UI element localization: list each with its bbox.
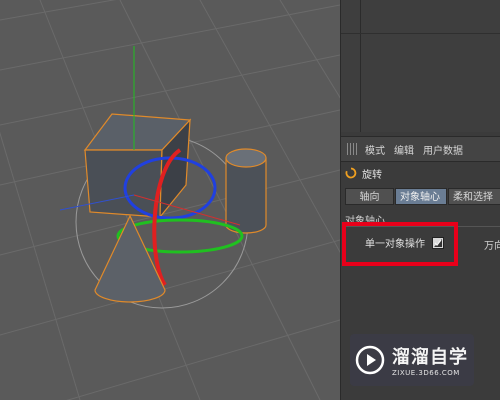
attribute-menu-bar: 模式 编辑 用户数据 xyxy=(341,136,500,162)
panel-divider xyxy=(360,0,361,132)
section-divider xyxy=(345,226,500,227)
tool-title-row: 旋转 xyxy=(345,165,382,181)
cylinder-object[interactable] xyxy=(225,148,267,234)
play-logo-icon xyxy=(355,345,385,375)
tab-axis[interactable]: 轴向 xyxy=(345,188,394,205)
tab-soft-selection[interactable]: 柔和选择 xyxy=(448,188,500,205)
object-manager-area[interactable] xyxy=(341,0,500,132)
single-object-option: 单一对象操作 xyxy=(365,235,444,250)
gimbal-label: 万向 xyxy=(484,241,500,252)
section-title: 对象轴心 xyxy=(345,216,385,227)
3d-viewport[interactable] xyxy=(0,0,340,400)
checkbox-icon xyxy=(434,238,442,247)
menu-edit[interactable]: 编辑 xyxy=(394,142,414,157)
viewport-scene[interactable] xyxy=(0,0,340,400)
tool-tabs: 轴向 对象轴心 柔和选择 xyxy=(345,188,500,205)
menu-mode[interactable]: 模式 xyxy=(365,142,385,157)
panel-divider xyxy=(341,33,500,34)
tab-object-axis[interactable]: 对象轴心 xyxy=(395,188,447,205)
single-object-label: 单一对象操作 xyxy=(365,239,425,250)
grip-icon[interactable] xyxy=(347,143,357,155)
watermark-url: ZIXUE.3D66.COM xyxy=(392,369,460,377)
watermark-brand: 溜溜自学 xyxy=(392,347,468,368)
watermark: 溜溜自学 ZIXUE.3D66.COM xyxy=(350,334,474,386)
rotate-icon xyxy=(345,167,357,179)
tool-title: 旋转 xyxy=(362,169,382,181)
menu-user-data[interactable]: 用户数据 xyxy=(423,142,463,157)
single-object-checkbox[interactable] xyxy=(432,236,444,249)
